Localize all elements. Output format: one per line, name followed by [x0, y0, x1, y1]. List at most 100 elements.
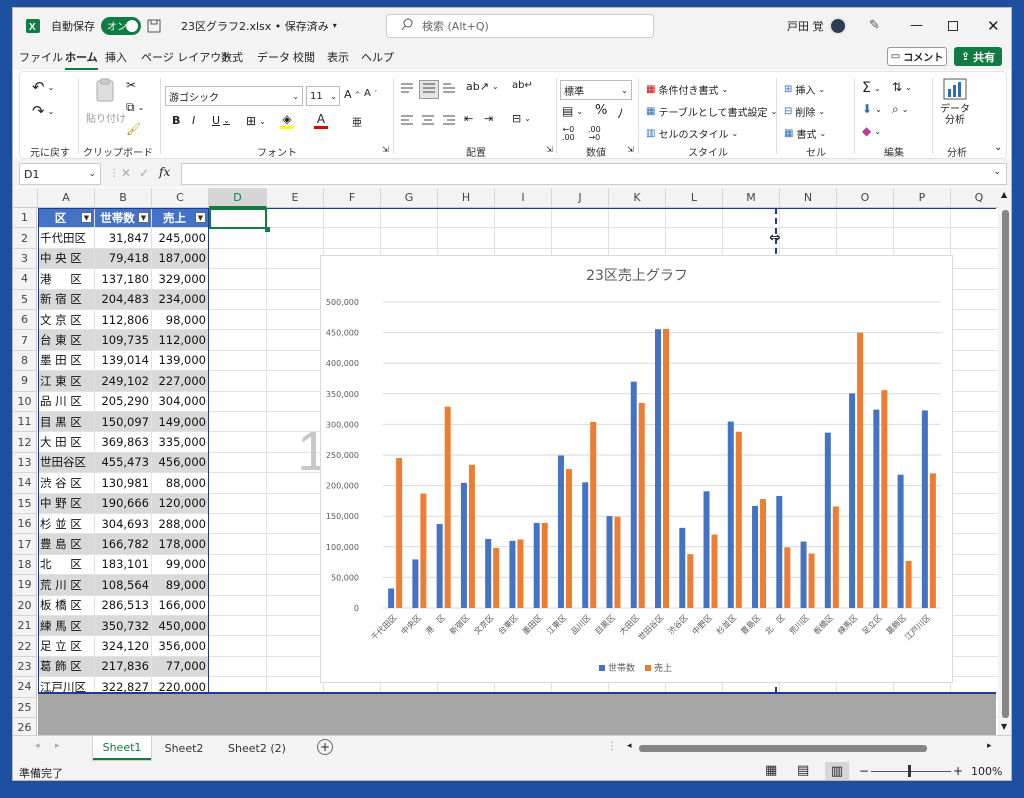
cancel-icon[interactable]: ✕	[121, 166, 131, 180]
table-cell[interactable]: 137,180	[95, 269, 152, 290]
table-cell[interactable]: 109,735	[95, 330, 152, 351]
grid-cell[interactable]	[209, 350, 267, 372]
italic-button[interactable]: I	[192, 114, 195, 127]
grid-cell[interactable]	[381, 228, 438, 249]
table-cell[interactable]: 荒 川 区	[38, 575, 95, 596]
grid-cell[interactable]	[209, 412, 267, 433]
table-cell[interactable]: 89,000	[152, 575, 209, 596]
pen-icon[interactable]: ✎	[869, 8, 880, 43]
table-cell[interactable]: 新 宿 区	[38, 289, 95, 310]
grid-cell[interactable]	[209, 575, 267, 596]
shrink-font-icon[interactable]: Aˇ	[364, 88, 377, 99]
grid-cell[interactable]	[209, 452, 267, 474]
table-cell[interactable]: 324,120	[95, 636, 152, 657]
row-header[interactable]: 19	[13, 575, 37, 596]
avatar[interactable]	[829, 8, 847, 43]
zoom-level[interactable]: 100%	[971, 765, 1002, 778]
table-cell[interactable]: 455,473	[95, 452, 152, 474]
align-middle-icon[interactable]	[419, 80, 439, 99]
table-cell[interactable]: 108,564	[95, 575, 152, 596]
table-cell[interactable]: 79,418	[95, 248, 152, 270]
row-header[interactable]: 15	[13, 493, 37, 514]
clear-icon[interactable]: ◆ ⌄	[862, 124, 881, 138]
grid-cell[interactable]	[267, 575, 324, 596]
filter-dropdown-icon[interactable]: ▼	[138, 212, 149, 224]
table-cell[interactable]: 234,000	[152, 289, 209, 310]
row-header[interactable]: 16	[13, 514, 37, 535]
orientation-icon[interactable]: ab↗ ⌄	[466, 80, 499, 93]
grow-font-icon[interactable]: A ^	[344, 88, 360, 101]
bold-button[interactable]: B	[172, 114, 180, 127]
phonetic-icon[interactable]: 亜	[352, 114, 362, 129]
percent-icon[interactable]: %	[595, 103, 607, 118]
table-cell[interactable]: 187,000	[152, 248, 209, 270]
grid-cell[interactable]	[209, 330, 267, 351]
table-cell[interactable]: 356,000	[152, 636, 209, 657]
grid-cell[interactable]	[209, 616, 267, 637]
comma-icon[interactable]: ﾉ	[617, 103, 624, 122]
grid-cell[interactable]	[438, 208, 495, 229]
search-box[interactable]: 検索 (Alt+Q)	[386, 8, 654, 43]
table-cell[interactable]: 練 馬 区	[38, 616, 95, 637]
grid-cell[interactable]	[267, 493, 324, 514]
table-cell[interactable]: 中 野 区	[38, 493, 95, 514]
row-header[interactable]: 1	[13, 208, 37, 229]
grid-cell[interactable]	[666, 228, 723, 249]
row-header[interactable]: 4	[13, 269, 37, 290]
scroll-left-icon[interactable]: ◂	[627, 741, 632, 751]
grid-cell[interactable]	[267, 514, 324, 535]
grid-cell[interactable]	[209, 371, 267, 392]
vertical-scrollbar[interactable]: ▲ ▼	[998, 188, 1011, 735]
font-launcher-icon[interactable]: ⇲	[382, 145, 389, 154]
row-header[interactable]: 12	[13, 432, 37, 453]
table-cell[interactable]: 304,693	[95, 514, 152, 535]
insert-function-button[interactable]: fx	[159, 165, 170, 179]
undo-button[interactable]: ↶ ⌄	[32, 78, 54, 96]
name-box[interactable]: D1 ⌄	[19, 163, 101, 185]
grid-cell[interactable]	[267, 391, 324, 412]
column-header[interactable]: L	[666, 188, 723, 208]
font-size-select[interactable]: 11 ⌄	[306, 86, 340, 106]
wrap-text-icon[interactable]: ab↵	[512, 80, 533, 91]
grid-cell[interactable]	[837, 228, 894, 249]
grid-cell[interactable]	[267, 208, 324, 229]
grid-cell[interactable]	[267, 595, 324, 616]
table-cell[interactable]: 190,666	[95, 493, 152, 514]
table-cell[interactable]: 渋 谷 区	[38, 473, 95, 494]
grid-cell[interactable]	[324, 228, 381, 249]
worksheet-grid[interactable]: ABCDEFGHIJKLMNOPQ 1 2 3 4 5 6 7 8 9 10 11 12 13 14 15 1…	[13, 188, 1011, 739]
table-cell[interactable]: 304,000	[152, 391, 209, 412]
user-name[interactable]: 戸田 覚	[787, 8, 824, 43]
underline-button[interactable]: U ⌄	[212, 114, 230, 127]
table-cell[interactable]: 249,102	[95, 371, 152, 392]
column-header[interactable]: N	[780, 188, 837, 208]
zoom-slider[interactable]	[871, 771, 951, 772]
table-cell[interactable]: 豊 島 区	[38, 534, 95, 555]
table-cell[interactable]: 目 黒 区	[38, 412, 95, 433]
grid-cell[interactable]	[381, 208, 438, 229]
grid-cell[interactable]	[267, 371, 324, 392]
table-cell[interactable]: 288,000	[152, 514, 209, 535]
menu-tab[interactable]: ヘルプ	[361, 49, 394, 65]
row-header[interactable]: 13	[13, 452, 37, 474]
grid-cell[interactable]	[324, 208, 381, 229]
sheet-tab[interactable]: Sheet2	[155, 736, 213, 760]
grid-cell[interactable]	[209, 248, 267, 270]
page-layout-icon[interactable]: ▤	[797, 763, 809, 778]
table-cell[interactable]: 369,863	[95, 432, 152, 453]
grid-cell[interactable]	[209, 656, 267, 678]
align-left-icon[interactable]	[400, 114, 414, 129]
menu-tab[interactable]: 挿入	[105, 49, 127, 65]
grid-cell[interactable]	[723, 208, 780, 229]
grid-cell[interactable]	[609, 208, 666, 229]
table-header-cell[interactable]: 世帯数 ▼	[95, 208, 152, 229]
grid-cell[interactable]	[209, 391, 267, 412]
increase-decimal-icon[interactable]: ←0.00	[562, 126, 575, 142]
grid-cell[interactable]	[780, 208, 837, 229]
align-right-icon[interactable]	[442, 114, 456, 129]
format-painter-icon[interactable]: 🖌	[126, 122, 141, 136]
autosave-toggle[interactable]: オン	[101, 8, 141, 43]
table-cell[interactable]: 335,000	[152, 432, 209, 453]
number-format-select[interactable]: 標準 ⌄	[560, 80, 632, 100]
grid-cell[interactable]	[209, 473, 267, 494]
